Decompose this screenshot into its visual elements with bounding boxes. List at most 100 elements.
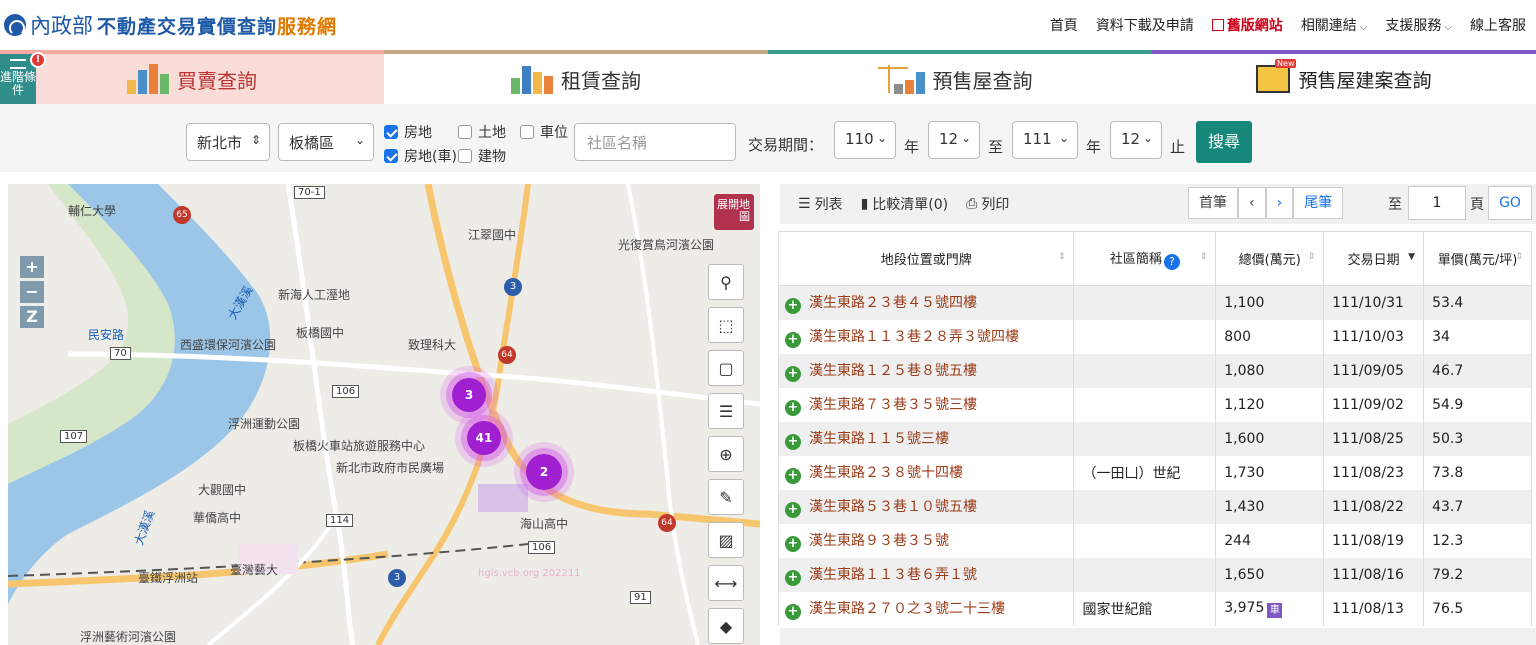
layers-icon[interactable]: ☰ xyxy=(708,393,744,429)
tab-presale-project[interactable]: New 預售屋建案查詢 xyxy=(1152,50,1536,104)
table-row[interactable]: + 漢生東路９３巷３５號 244 111/08/19 12.3 xyxy=(777,523,1532,558)
zoom-in-button[interactable]: + xyxy=(20,256,44,278)
expand-row-icon[interactable]: + xyxy=(785,569,801,586)
address-cell[interactable]: + 漢生東路１１５號三樓 xyxy=(777,421,1075,456)
hatch-area-icon[interactable]: ▨ xyxy=(708,522,744,558)
query-tabs: 買賣查詢 租賃查詢 預售屋查詢 New 預售屋建案查詢 xyxy=(0,50,1536,104)
column-header-unit-price[interactable]: 單價(萬元/坪) ⇕ xyxy=(1423,231,1532,286)
type-house-land-parking-checkbox[interactable]: 房地(車) xyxy=(384,146,457,166)
help-icon[interactable]: ? xyxy=(1163,253,1180,270)
table-row[interactable]: + 漢生東路１１３巷２８弄３號四樓 800 111/10/03 34 xyxy=(777,319,1532,354)
to-year-select[interactable]: 111 ⌄ xyxy=(1012,121,1078,159)
type-land-checkbox[interactable]: 土地 xyxy=(458,122,506,142)
locate-icon[interactable]: ⊕ xyxy=(708,436,744,472)
community-cell xyxy=(1073,557,1217,592)
table-row[interactable]: + 漢生東路２３巷４５號四樓 1,100 111/10/31 53.4 xyxy=(777,285,1532,320)
to-month-select[interactable]: 12 ⌄ xyxy=(1110,121,1162,159)
eraser-icon[interactable]: ◆ xyxy=(708,608,744,644)
from-month-select[interactable]: 12 ⌄ xyxy=(928,121,980,159)
type-building-checkbox[interactable]: 建物 xyxy=(458,146,506,166)
tab-sale-label: 買賣查詢 xyxy=(177,68,257,93)
nav-old-site[interactable]: 舊版網站 xyxy=(1211,15,1283,35)
column-header-community[interactable]: 社區簡稱? ⇕ xyxy=(1073,231,1217,286)
tab-rent[interactable]: 租賃查詢 xyxy=(384,50,768,104)
address-cell[interactable]: + 漢生東路２３巷４５號四樓 xyxy=(777,285,1075,320)
print-button[interactable]: ⎙ 列印 xyxy=(966,194,1009,214)
district-select[interactable]: 板橋區 ⌄ xyxy=(278,123,374,161)
expand-row-icon[interactable]: + xyxy=(785,297,801,314)
community-name-input[interactable]: 社區名稱 xyxy=(574,123,736,161)
address-cell[interactable]: + 漢生東路７３巷３５號三樓 xyxy=(777,387,1075,422)
column-header-address[interactable]: 地段位置或門牌 ⇕ xyxy=(777,231,1075,286)
last-page-button[interactable]: 尾筆 xyxy=(1293,187,1344,219)
prev-page-button[interactable]: ‹ xyxy=(1238,187,1266,219)
address-cell[interactable]: + 漢生東路１１３巷６弄１號 xyxy=(777,557,1075,592)
table-row[interactable]: + 漢生東路１１５號三樓 1,600 111/08/25 50.3 xyxy=(777,421,1532,456)
expand-row-icon[interactable]: + xyxy=(785,535,801,552)
address-cell[interactable]: + 漢生東路１２５巷８號五樓 xyxy=(777,353,1075,388)
select-rect-icon[interactable]: ▢ xyxy=(708,350,744,386)
page-number-input[interactable]: 1 xyxy=(1408,186,1466,220)
compare-list-button[interactable]: ▮ 比較清單(0) xyxy=(861,194,949,214)
table-row[interactable]: + 漢生東路１２５巷８號五樓 1,080 111/09/05 46.7 xyxy=(777,353,1532,388)
column-header-date[interactable]: 交易日期 ▼ xyxy=(1323,231,1425,286)
nav-links[interactable]: 相關連結 ⌵ xyxy=(1301,15,1368,35)
measure-icon[interactable]: ⟷ xyxy=(708,565,744,601)
table-row[interactable]: + 漢生東路２３８號十四樓 （一田凵）世紀 1,730 111/08/23 73.8 xyxy=(777,455,1532,490)
route-icon[interactable]: ⚲ xyxy=(708,264,744,300)
expand-row-icon[interactable]: + xyxy=(785,433,801,450)
date-cell: 111/08/23 xyxy=(1323,455,1425,490)
city-illustration-icon xyxy=(511,64,553,94)
expand-row-icon[interactable]: + xyxy=(785,365,801,382)
nav-service[interactable]: 線上客服 xyxy=(1470,15,1526,35)
zoom-reset-button[interactable]: Z xyxy=(20,306,44,328)
chevron-down-icon: ⌄ xyxy=(1058,131,1069,145)
map-cluster-marker[interactable]: 3 xyxy=(452,378,486,412)
address-cell[interactable]: + 漢生東路２７０之３號二十三樓 xyxy=(777,591,1075,626)
first-page-button[interactable]: 首筆 xyxy=(1188,187,1238,219)
nav-download[interactable]: 資料下載及申請 xyxy=(1096,15,1194,35)
map-label: 華僑高中 xyxy=(193,511,242,525)
table-row[interactable]: + 漢生東路１１３巷６弄１號 1,650 111/08/16 79.2 xyxy=(777,557,1532,592)
map-view[interactable]: 輔仁大學 江翠國中 光復賞鳥河濱公園 新海人工溼地 板橋國中 西盛環保河濱公園 … xyxy=(8,184,760,645)
tab-presale[interactable]: 預售屋查詢 xyxy=(768,50,1152,104)
map-cluster-marker[interactable]: 2 xyxy=(526,454,562,490)
address-cell[interactable]: + 漢生東路９３巷３５號 xyxy=(777,523,1075,558)
map-cluster-marker[interactable]: 41 xyxy=(467,421,501,455)
column-header-total-price[interactable]: 總價(萬元) ⇕ xyxy=(1215,231,1325,286)
search-button[interactable]: 搜尋 xyxy=(1196,121,1252,163)
unit-price-cell: 43.7 xyxy=(1423,489,1532,524)
select-area-icon[interactable]: ⬚ xyxy=(708,307,744,343)
table-row[interactable]: + 漢生東路２７０之３號二十三樓 國家世紀館 3,975 車 111/08/13 76.5 xyxy=(777,591,1532,626)
map-label: 浮洲藝術河濱公園 xyxy=(80,630,177,644)
go-button[interactable]: GO xyxy=(1488,186,1532,220)
total-price-cell: 244 xyxy=(1215,523,1325,558)
address-cell[interactable]: + 漢生東路５３巷１０號五樓 xyxy=(777,489,1075,524)
nav-home[interactable]: 首頁 xyxy=(1050,15,1078,35)
nav-support[interactable]: 支援服務 ⌵ xyxy=(1385,15,1452,35)
expand-map-button[interactable]: 展開地圖 xyxy=(714,194,754,230)
expand-row-icon[interactable]: + xyxy=(785,603,801,620)
type-house-land-checkbox[interactable]: 房地 xyxy=(384,122,432,142)
from-year-select[interactable]: 110 ⌄ xyxy=(834,121,896,159)
total-price-cell: 1,430 xyxy=(1215,489,1325,524)
expand-row-icon[interactable]: + xyxy=(785,501,801,518)
list-view-button[interactable]: ☰ 列表 xyxy=(798,194,843,214)
tab-sale[interactable]: 買賣查詢 xyxy=(0,50,384,104)
table-row[interactable]: + 漢生東路５３巷１０號五樓 1,430 111/08/22 43.7 xyxy=(777,489,1532,524)
type-parking-checkbox[interactable]: 車位 xyxy=(520,122,568,142)
expand-row-icon[interactable]: + xyxy=(785,399,801,416)
address-cell[interactable]: + 漢生東路１１３巷２８弄３號四樓 xyxy=(777,319,1075,354)
zoom-out-button[interactable]: − xyxy=(20,281,44,303)
crane-icon xyxy=(877,65,908,93)
table-row[interactable]: + 漢生東路７３巷３５號三樓 1,120 111/09/02 54.9 xyxy=(777,387,1532,422)
expand-row-icon[interactable]: + xyxy=(785,331,801,348)
expand-row-icon[interactable]: + xyxy=(785,467,801,484)
next-page-button[interactable]: › xyxy=(1265,187,1294,219)
address-cell[interactable]: + 漢生東路２３８號十四樓 xyxy=(777,455,1075,490)
site-logo[interactable]: 內政部 不動產交易實價查詢 服務網 xyxy=(4,10,337,40)
bookmark-icon: ▮ xyxy=(860,196,869,212)
city-select[interactable]: 新北市 ⇕ xyxy=(186,123,270,161)
draw-icon[interactable]: ✎ xyxy=(708,479,744,515)
unit-price-cell: 76.5 xyxy=(1423,591,1532,626)
